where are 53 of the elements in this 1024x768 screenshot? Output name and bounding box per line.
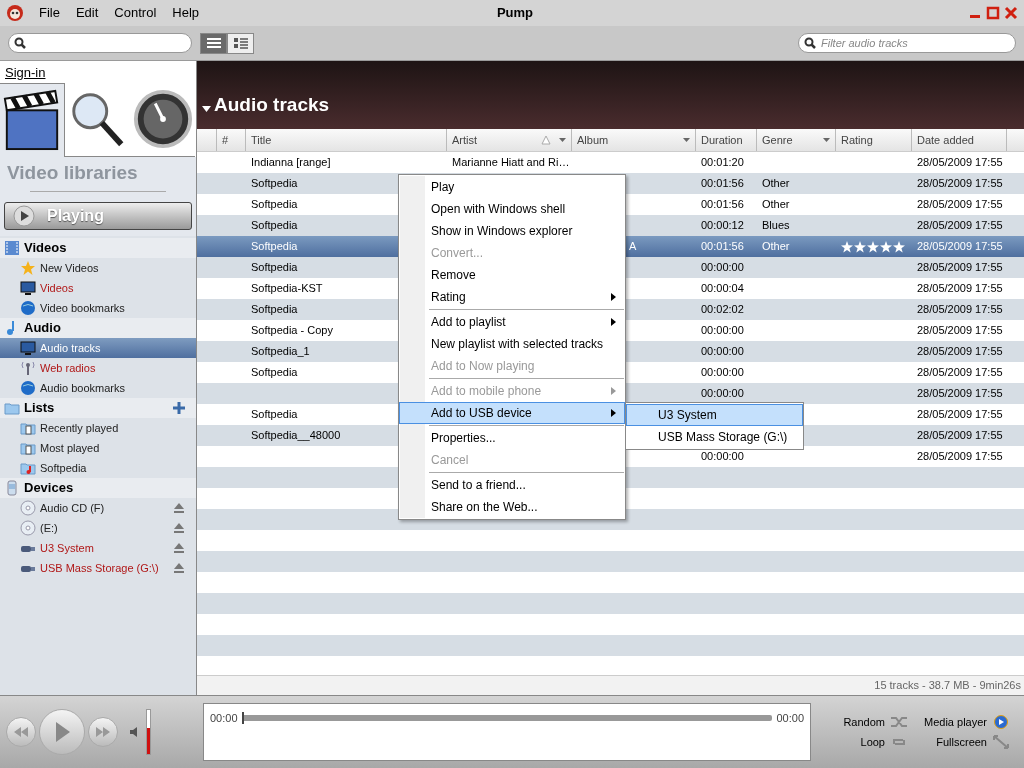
table-cell-text: 28/05/2009 17:55 xyxy=(917,428,1003,444)
table-cell-text: Other xyxy=(762,239,790,255)
table-cell-text: 28/05/2009 17:55 xyxy=(917,386,1003,402)
status-text: 15 tracks - 38.7 MB - 9min26s xyxy=(874,678,1021,694)
table-cell-text: Softpedia xyxy=(251,197,298,213)
table-cell-text: 28/05/2009 17:55 xyxy=(917,281,1003,297)
table-cell-text: 00:00:00 xyxy=(701,323,744,339)
table-cell-text: 28/05/2009 17:55 xyxy=(917,449,1003,465)
table-cell-text: 28/05/2009 17:55 xyxy=(917,218,1003,234)
table-cell-text: 28/05/2009 17:55 xyxy=(917,302,1003,318)
table-cell-text: Softpedia_1 xyxy=(251,344,310,360)
table-cell-text: 28/05/2009 17:55 xyxy=(917,239,1003,255)
table-cell-text: 00:00:00 xyxy=(701,449,744,465)
table-cell-text: Indianna [range] xyxy=(251,155,331,171)
table-cell-text: 28/05/2009 17:55 xyxy=(917,176,1003,192)
table-cell-text: Blues xyxy=(762,218,790,234)
table-cell-text: Softpedia__48000 xyxy=(251,428,341,444)
table-cell-text: 00:01:56 xyxy=(701,239,744,255)
table-cell-text: Softpedia-KST xyxy=(251,281,323,297)
table-cell-text: 28/05/2009 17:55 xyxy=(917,197,1003,213)
section-title: Audio tracks xyxy=(214,92,330,117)
table-cell-text: Other xyxy=(762,176,790,192)
table-cell-text: Other xyxy=(762,197,790,213)
table-cell-text: Marianne Hiatt and Ri… xyxy=(452,155,570,171)
table-cell-text: Softpedia xyxy=(251,239,298,255)
table-cell-text: 28/05/2009 17:55 xyxy=(917,407,1003,423)
table-cell-text: 28/05/2009 17:55 xyxy=(917,323,1003,339)
table-cell-text: 00:00:00 xyxy=(701,386,744,402)
table-cell-text: A xyxy=(629,239,637,255)
table-cell-text: 00:02:02 xyxy=(701,302,744,318)
table-cell-text: 28/05/2009 17:55 xyxy=(917,365,1003,381)
table-cell-text: Softpedia xyxy=(251,302,298,318)
table-cell-text: 28/05/2009 17:55 xyxy=(917,260,1003,276)
window-title: Pump xyxy=(495,4,535,23)
table-cell-text: Softpedia xyxy=(251,407,298,423)
table-cell-text: 00:00:04 xyxy=(701,281,744,297)
library-title: Video libraries xyxy=(6,160,139,185)
table-cell-text: 00:01:56 xyxy=(701,197,744,213)
table-cell-text: 28/05/2009 17:55 xyxy=(917,344,1003,360)
table-cell-text: Softpedia xyxy=(251,260,298,276)
table-cell-text: 00:01:56 xyxy=(701,176,744,192)
elapsed-time: 00:00 xyxy=(210,711,238,726)
table-cell-text: 00:01:20 xyxy=(701,155,744,171)
table-cell-text: 00:00:00 xyxy=(701,260,744,276)
table-cell-text: Softpedia xyxy=(251,218,298,234)
table-cell-text: Softpedia xyxy=(251,365,298,381)
table-cell-text: 00:00:00 xyxy=(701,365,744,381)
total-time: 00:00 xyxy=(776,711,804,726)
table-cell-text: 28/05/2009 17:55 xyxy=(917,155,1003,171)
table-cell-text: Softpedia - Copy xyxy=(251,323,333,339)
table-cell-text: 00:00:00 xyxy=(701,344,744,360)
table-cell-text: 00:00:12 xyxy=(701,218,744,234)
table-cell-text: Softpedia xyxy=(251,176,298,192)
